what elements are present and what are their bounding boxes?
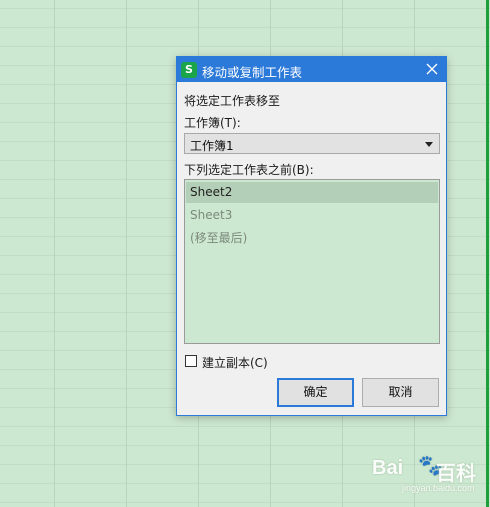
watermark-brand-right: 百科: [436, 461, 476, 485]
close-button[interactable]: [423, 60, 441, 78]
create-copy-checkbox[interactable]: [185, 355, 197, 367]
before-sheet-label: 下列选定工作表之前(B):: [184, 163, 314, 177]
sheet-edge-border: [486, 0, 489, 507]
watermark-sub: jingyan.baidu.com: [402, 483, 475, 493]
watermark-brand-left: Bai: [372, 457, 404, 479]
sheet-listbox[interactable]: Sheet2 Sheet3 (移至最后): [184, 179, 440, 344]
list-item-move-to-end[interactable]: (移至最后): [186, 228, 438, 249]
dialog-titlebar[interactable]: S 移动或复制工作表: [177, 57, 446, 82]
workbook-select-value: 工作簿1: [190, 139, 234, 153]
baidu-watermark: Bai 🐾 百科 jingyan.baidu.com: [372, 453, 484, 497]
list-item-sheet3[interactable]: Sheet3: [186, 205, 438, 226]
wps-app-icon: S: [181, 62, 197, 78]
move-to-label: 将选定工作表移至: [184, 94, 281, 108]
list-item-sheet2[interactable]: Sheet2: [186, 182, 438, 203]
create-copy-label[interactable]: 建立副本(C): [202, 354, 268, 371]
chevron-down-icon: [425, 142, 433, 147]
ok-button[interactable]: 确定: [277, 378, 354, 407]
close-icon: [426, 63, 438, 75]
cancel-button[interactable]: 取消: [362, 378, 439, 407]
workbook-select[interactable]: 工作簿1: [184, 133, 440, 154]
dialog-title: 移动或复制工作表: [202, 65, 303, 80]
move-copy-sheet-dialog: S 移动或复制工作表 将选定工作表移至 工作簿(T): 工作簿1 下列选定工作表…: [176, 56, 447, 416]
workbook-label: 工作簿(T):: [184, 116, 241, 130]
